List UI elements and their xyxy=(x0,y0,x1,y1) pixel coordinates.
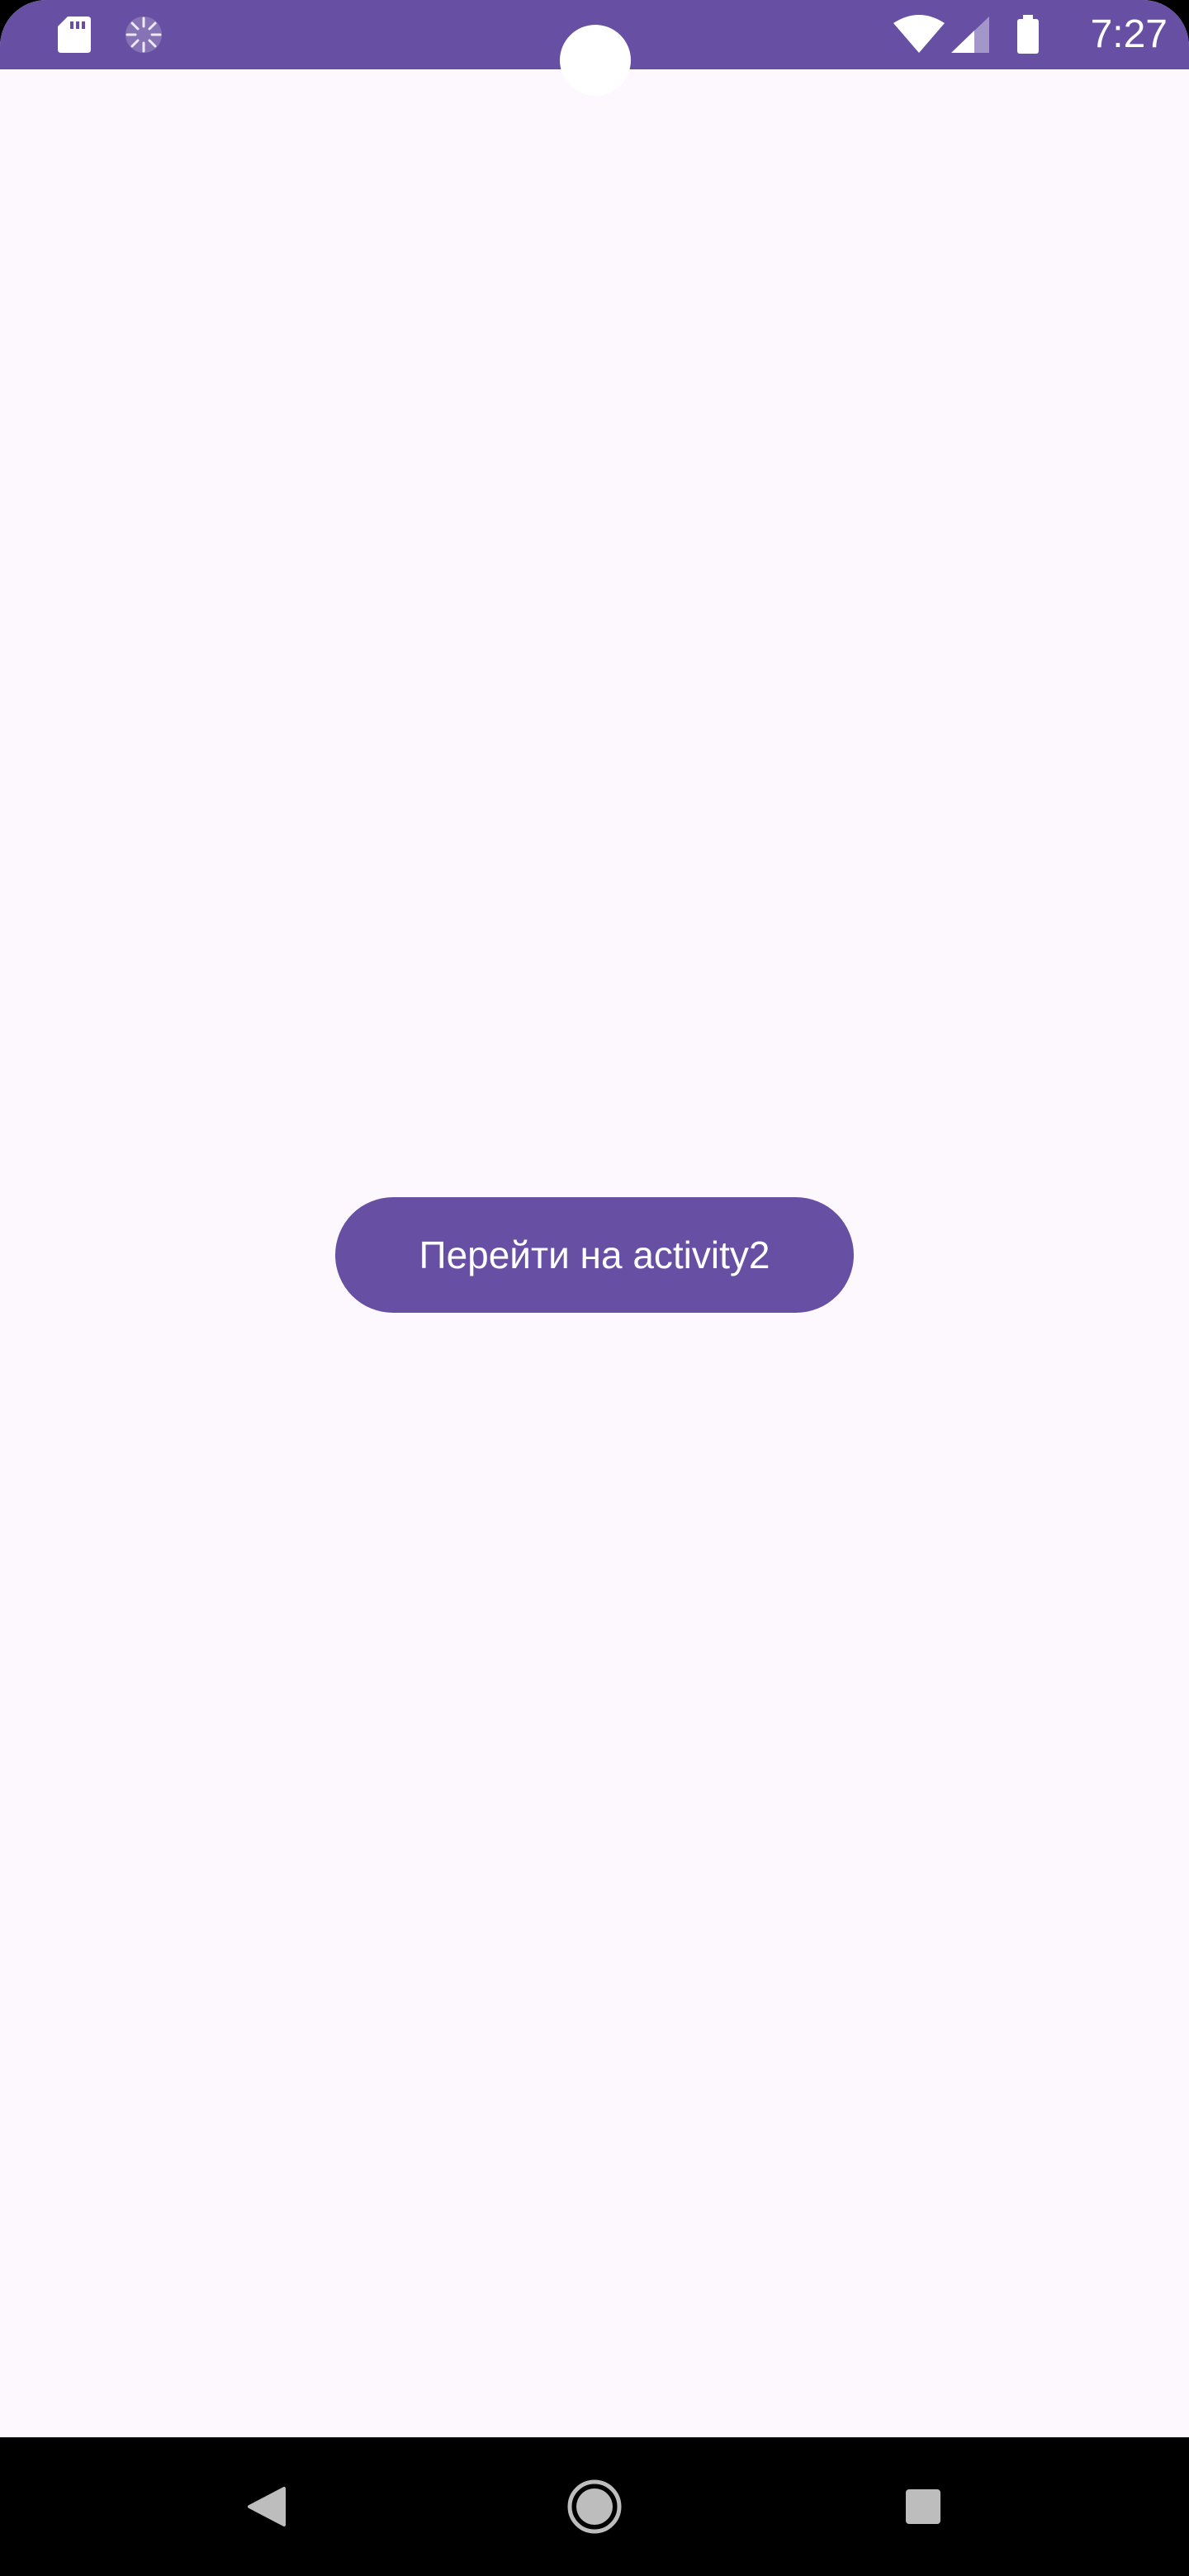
status-bar: 7:27 xyxy=(0,0,1189,96)
status-time: 7:27 xyxy=(1090,12,1168,56)
battery-icon xyxy=(1017,15,1039,54)
main-content: Перейти на activity2 xyxy=(0,69,1189,2437)
recents-icon[interactable] xyxy=(874,2457,973,2556)
wifi-icon xyxy=(893,15,945,53)
sd-card-icon xyxy=(58,17,91,53)
back-icon[interactable] xyxy=(216,2457,315,2556)
home-icon[interactable] xyxy=(545,2457,644,2556)
go-to-activity2-button[interactable]: Перейти на activity2 xyxy=(335,1197,854,1313)
navigation-bar xyxy=(0,2437,1189,2576)
sync-icon xyxy=(126,17,162,53)
cellular-signal-icon xyxy=(951,17,989,53)
app-screen: 7:27 Перейти на activity2 xyxy=(0,0,1189,2437)
